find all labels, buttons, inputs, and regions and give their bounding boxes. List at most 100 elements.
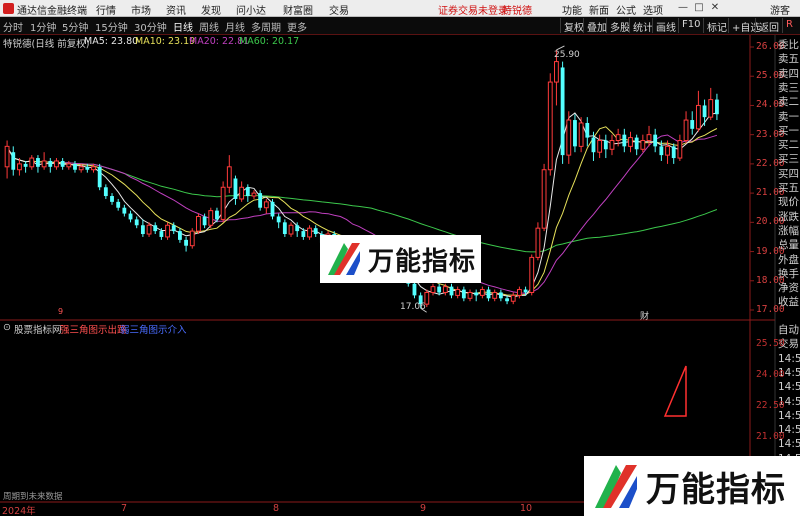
menu-item-trade[interactable]: 交易 — [329, 2, 349, 17]
tab-multi-period[interactable]: 多周期 — [251, 19, 281, 34]
candle-body — [702, 105, 707, 118]
candle — [184, 236, 188, 252]
candle-body — [677, 140, 683, 159]
menu-item-discover[interactable]: 发现 — [201, 2, 221, 17]
candle — [653, 128, 658, 153]
candle — [140, 219, 145, 237]
tab-30min[interactable]: 30分钟 — [134, 19, 167, 34]
candle-body — [541, 169, 547, 229]
x-label-year: 2024年 — [2, 506, 36, 516]
low-price-label: 17.06 — [400, 302, 426, 312]
menu-item-quotes[interactable]: 行情 — [96, 2, 116, 17]
quote-field-label: 卖三 — [778, 81, 799, 94]
candle — [165, 222, 170, 240]
user-label[interactable]: 游客 — [770, 2, 790, 17]
menu-options[interactable]: 选项 — [643, 2, 663, 17]
candle — [622, 128, 627, 153]
candle-body — [48, 160, 53, 167]
close-button[interactable]: ✕ — [708, 1, 722, 15]
tab-more[interactable]: 更多 — [287, 19, 307, 34]
candle — [73, 160, 77, 173]
candle-body — [492, 291, 498, 299]
candle — [498, 289, 503, 302]
login-status[interactable]: 证券交易未登录 — [438, 2, 508, 17]
candle — [233, 175, 238, 205]
candle-body — [461, 289, 466, 299]
x-label-aug: 8 — [273, 503, 280, 514]
candle-body — [634, 137, 639, 150]
menu-bar: 通达信金融终端 行情 市场 资讯 发现 问小达 财富圈 交易 证券交易未登录 特… — [0, 0, 800, 17]
menu-function[interactable]: 功能 — [562, 2, 582, 17]
candle-body — [159, 231, 164, 237]
candle — [189, 228, 195, 249]
mark-button[interactable]: 标记 — [703, 18, 730, 34]
tab-15min[interactable]: 15分钟 — [95, 19, 128, 34]
candle-body — [523, 289, 528, 293]
candle-body — [585, 122, 590, 138]
tab-intraday[interactable]: 分时 — [3, 19, 23, 34]
stock-link[interactable]: 特锐德 — [502, 2, 532, 17]
candle — [535, 222, 541, 261]
maximize-button[interactable]: □ — [692, 1, 706, 15]
candle-body — [116, 201, 121, 208]
menu-item-wealth[interactable]: 财富圈 — [283, 2, 313, 17]
menu-new-page[interactable]: 新面 — [589, 2, 609, 17]
menu-item-news[interactable]: 资讯 — [166, 2, 186, 17]
candle-body — [653, 134, 658, 147]
tab-1min[interactable]: 1分钟 — [30, 19, 56, 34]
candle-body — [715, 99, 719, 115]
sub-tick: 25.50 — [756, 338, 785, 349]
candle — [116, 198, 121, 211]
candle-body — [258, 193, 263, 208]
candle-body — [597, 140, 603, 153]
candle — [547, 73, 553, 176]
candle — [541, 163, 547, 232]
candle — [54, 158, 59, 170]
candle — [29, 155, 35, 170]
triangle-signal — [663, 365, 687, 417]
candle — [178, 228, 182, 243]
candle-body — [103, 187, 108, 197]
sub-line2-label: 弱三角图示介入 — [120, 325, 187, 336]
candle — [307, 225, 312, 240]
candle-body — [474, 292, 479, 296]
candle-body — [29, 157, 35, 168]
trade-label[interactable]: 自动 — [778, 323, 799, 337]
menu-formula[interactable]: 公式 — [616, 2, 636, 17]
back-button[interactable]: 返回 — [755, 18, 782, 34]
candle — [492, 289, 498, 302]
quote-field-label: 买三 — [778, 153, 799, 166]
candle-body — [301, 231, 306, 237]
candle — [196, 213, 201, 235]
candle — [634, 134, 639, 156]
candle — [529, 254, 535, 296]
watermark-corner: 万能指标 — [584, 456, 800, 516]
candle-body — [671, 146, 676, 159]
candle-body — [665, 145, 670, 156]
candle — [474, 289, 479, 302]
candle — [110, 193, 114, 205]
minimize-button[interactable]: — — [676, 1, 690, 15]
draw-line-button[interactable]: 画线 — [652, 18, 679, 34]
tab-5min[interactable]: 5分钟 — [62, 19, 88, 34]
candle-body — [134, 219, 139, 226]
finance-marker[interactable]: 财 — [640, 309, 649, 322]
candle — [585, 117, 590, 147]
tab-daily[interactable]: 日线 — [173, 19, 193, 34]
menu-item-ask[interactable]: 问小达 — [236, 2, 266, 17]
period-marker: 9 — [58, 307, 64, 316]
candle — [628, 131, 633, 153]
tab-monthly[interactable]: 月线 — [225, 19, 245, 34]
candle-body — [128, 213, 133, 220]
candle — [60, 158, 65, 170]
candle — [578, 117, 584, 153]
candle-body — [233, 178, 238, 199]
candle-body — [690, 120, 695, 129]
candle — [36, 155, 40, 173]
quote-field-label: 涨跌 — [778, 210, 799, 223]
f10-button[interactable]: F10 — [678, 18, 703, 33]
high-price-label: 25.90 — [554, 50, 580, 60]
menu-item-market[interactable]: 市场 — [131, 2, 151, 17]
candle-body — [189, 230, 195, 247]
tab-weekly[interactable]: 周线 — [199, 19, 219, 34]
